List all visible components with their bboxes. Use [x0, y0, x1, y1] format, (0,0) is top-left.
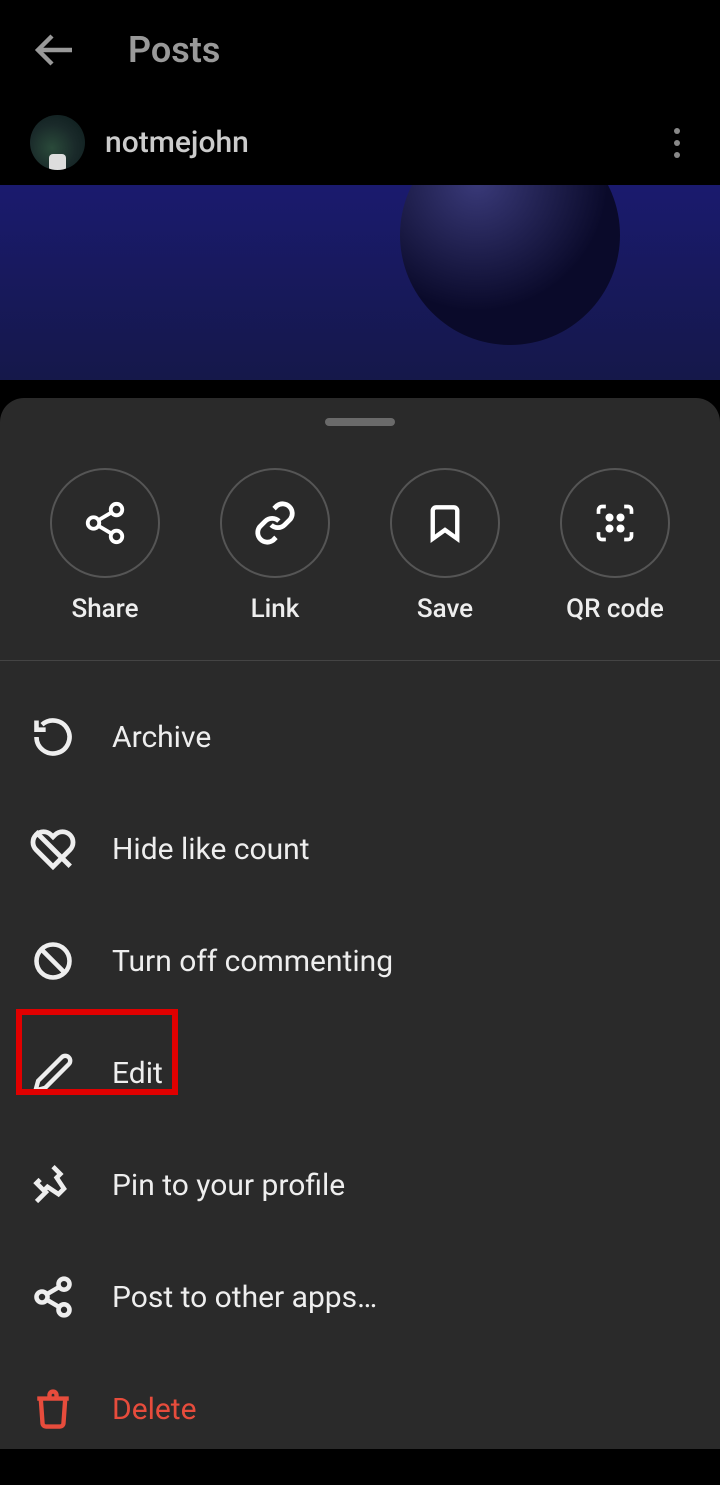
post-to-other-apps-menu-item[interactable]: Post to other apps… — [0, 1241, 720, 1353]
post-header: notmejohn — [0, 100, 720, 185]
username: notmejohn — [105, 125, 249, 160]
qrcode-label: QR code — [566, 594, 664, 624]
post-author[interactable]: notmejohn — [30, 115, 249, 170]
turn-off-commenting-label: Turn off commenting — [112, 944, 393, 979]
heart-off-icon — [30, 826, 76, 872]
hide-like-count-menu-item[interactable]: Hide like count — [0, 793, 720, 905]
page-title: Posts — [128, 29, 220, 71]
bookmark-icon — [390, 468, 500, 578]
pin-to-profile-label: Pin to your profile — [112, 1168, 345, 1203]
qrcode-action[interactable]: QR code — [560, 468, 670, 624]
link-action[interactable]: Link — [220, 468, 330, 624]
delete-menu-item[interactable]: Delete — [0, 1353, 720, 1465]
link-icon — [220, 468, 330, 578]
action-row: Share Link Save — [0, 456, 720, 660]
share-action[interactable]: Share — [50, 468, 160, 624]
post-image — [0, 185, 720, 380]
bottom-sheet: Share Link Save — [0, 398, 720, 1449]
edit-menu-item[interactable]: Edit — [0, 1017, 720, 1129]
share-icon — [50, 468, 160, 578]
more-options-icon[interactable] — [664, 118, 690, 168]
header: Posts — [0, 0, 720, 100]
post-to-other-apps-label: Post to other apps… — [112, 1280, 377, 1315]
comment-off-icon — [30, 938, 76, 984]
archive-icon — [30, 714, 76, 760]
share-alt-icon — [30, 1274, 76, 1320]
save-action[interactable]: Save — [390, 468, 500, 624]
hide-like-count-label: Hide like count — [112, 832, 310, 867]
link-label: Link — [251, 594, 300, 624]
avatar — [30, 115, 85, 170]
delete-label: Delete — [112, 1392, 197, 1427]
qrcode-icon — [560, 468, 670, 578]
save-label: Save — [417, 594, 473, 624]
pin-to-profile-menu-item[interactable]: Pin to your profile — [0, 1129, 720, 1241]
drag-handle[interactable] — [325, 418, 395, 426]
menu-list: Archive Hide like count Turn off comment… — [0, 661, 720, 1485]
pencil-icon — [30, 1050, 76, 1096]
share-label: Share — [71, 594, 138, 624]
archive-label: Archive — [112, 720, 211, 755]
archive-menu-item[interactable]: Archive — [0, 681, 720, 793]
back-arrow-icon[interactable] — [30, 26, 78, 74]
edit-label: Edit — [112, 1056, 163, 1091]
pin-icon — [30, 1162, 76, 1208]
turn-off-commenting-menu-item[interactable]: Turn off commenting — [0, 905, 720, 1017]
trash-icon — [30, 1386, 76, 1432]
